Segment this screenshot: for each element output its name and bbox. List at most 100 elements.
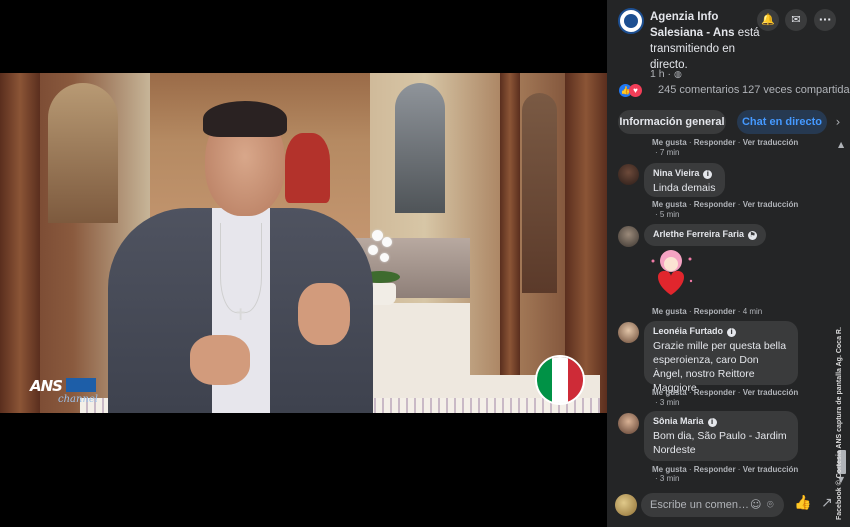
info-badge-icon: i: [703, 170, 713, 179]
sticker-face: [664, 257, 678, 271]
avatar[interactable]: [618, 413, 639, 434]
presenter-chain: [220, 223, 262, 313]
presenter-hair: [203, 101, 287, 137]
comment-bubble: Leonéia Furtado i Grazie mille per questa…: [644, 321, 798, 394]
flag-white: [552, 357, 568, 403]
post-header: Agenzia Info Salesiana - Ans está transm…: [607, 0, 850, 136]
avatar[interactable]: [618, 322, 639, 343]
comment-time-text[interactable]: 3 min: [660, 398, 680, 407]
orchid-flower: [380, 253, 389, 262]
info-badge-icon: i: [707, 418, 717, 427]
orchid-flower: [368, 245, 378, 255]
shares-count[interactable]: 127 veces compartida: [742, 84, 850, 96]
chapel-arch: [48, 83, 118, 223]
like-icon[interactable]: 👍: [794, 495, 811, 511]
share-icon[interactable]: ↗: [821, 495, 833, 511]
post-time[interactable]: 1 h · ◍: [650, 68, 682, 80]
italy-flag-icon: [535, 355, 585, 405]
comment-author-name[interactable]: Nina Vieira: [653, 168, 699, 178]
page-avatar[interactable]: [618, 8, 644, 34]
avatar[interactable]: [618, 164, 639, 185]
comment-translate-link[interactable]: Ver traducción: [743, 388, 799, 397]
comment-actions: Me gusta · Responder · Ver traducción: [652, 138, 799, 147]
presenter-left-hand: [190, 335, 250, 385]
comment-actions: Me gusta · Responder · Ver traducción: [652, 465, 799, 474]
love-reaction-icon[interactable]: ♥: [629, 84, 642, 97]
orchid-flower: [382, 237, 392, 247]
chevron-right-icon[interactable]: ›: [829, 110, 847, 134]
chapel-pillar: [0, 73, 40, 413]
video-player[interactable]: ✝ ANS channel: [0, 0, 607, 527]
tab-live-chat[interactable]: Chat en directo: [737, 110, 827, 134]
comment-time[interactable]: · 7 min: [655, 148, 679, 157]
comment-like-link[interactable]: Me gusta: [652, 465, 687, 474]
sticker-sparkle: [689, 279, 693, 283]
video-frame[interactable]: ✝ ANS channel: [0, 73, 607, 413]
comments-list[interactable]: Me gusta · Responder · Ver traducción · …: [607, 137, 850, 486]
comment-actions: Me gusta · Responder · 4 min: [652, 307, 763, 316]
comment-author-name[interactable]: Sônia Maria: [653, 416, 704, 426]
comment-author[interactable]: Sônia Maria i: [653, 416, 789, 427]
post-title: Agenzia Info Salesiana - Ans está transm…: [650, 9, 770, 73]
camera-icon[interactable]: ⌾: [767, 498, 774, 512]
comment-time-text[interactable]: 3 min: [660, 474, 680, 483]
screenshot-credit: Facebook © Cortesia ANS captura de panta…: [836, 327, 843, 520]
ans-logo-box: [66, 378, 96, 392]
more-icon[interactable]: ···: [814, 9, 836, 31]
messenger-icon[interactable]: ✉: [785, 9, 807, 31]
comment-bubble: Arlethe Ferreira Faria ⚑: [644, 224, 766, 246]
comment-time[interactable]: · 5 min: [655, 210, 679, 219]
tab-general-info[interactable]: Información general: [618, 110, 726, 134]
ans-logo-text: ANS: [30, 377, 63, 395]
sticker-heart: [658, 270, 684, 295]
comment-author[interactable]: Arlethe Ferreira Faria ⚑: [653, 229, 758, 240]
comment-author[interactable]: Nina Vieira i: [653, 168, 716, 179]
comment-text: Grazie mille per questa bella esperoienz…: [653, 340, 787, 394]
sticker-sparkle: [688, 257, 692, 261]
comment-time-text[interactable]: 4 min: [743, 307, 763, 316]
comment-input[interactable]: [641, 493, 784, 517]
comment-time-text[interactable]: 7 min: [660, 148, 680, 157]
chapel-window: [395, 83, 445, 213]
comment-actions: Me gusta · Responder · Ver traducción: [652, 200, 799, 209]
avatar[interactable]: [618, 226, 639, 247]
comment-translate-link[interactable]: Ver traducción: [743, 138, 799, 147]
presenter-right-hand: [298, 283, 350, 345]
comment-translate-link[interactable]: Ver traducción: [743, 465, 799, 474]
comment-translate-link[interactable]: Ver traducción: [743, 200, 799, 209]
comment-reply-link[interactable]: Responder: [694, 138, 736, 147]
comment-like-link[interactable]: Me gusta: [652, 138, 687, 147]
comment-author[interactable]: Leonéia Furtado i: [653, 326, 789, 337]
reactions-row: 👍 ♥ 245 comentarios 127 veces compartida: [619, 84, 850, 98]
comment-time-text[interactable]: 5 min: [660, 210, 680, 219]
post-time-text[interactable]: 1 h ·: [650, 68, 671, 80]
heart-hug-sticker[interactable]: [644, 247, 698, 301]
comment-reply-link[interactable]: Responder: [694, 388, 736, 397]
comment-like-link[interactable]: Me gusta: [652, 200, 687, 209]
cross-icon: ✝: [234, 305, 248, 324]
emoji-icon[interactable]: ☺: [750, 498, 761, 511]
comment-reply-link[interactable]: Responder: [694, 200, 736, 209]
comment-reply-link[interactable]: Responder: [694, 465, 736, 474]
comment-reply-link[interactable]: Responder: [694, 307, 736, 316]
ans-logo-sub: channel: [58, 394, 98, 405]
comment-time[interactable]: · 3 min: [655, 398, 679, 407]
comments-count[interactable]: 245 comentarios: [658, 84, 739, 96]
scroll-up-icon[interactable]: ▲: [838, 140, 844, 149]
comment-like-link[interactable]: Me gusta: [652, 307, 687, 316]
live-video-viewer: ✝ ANS channel Agenzia Info Salesiana - A…: [0, 0, 850, 527]
comment-author-name[interactable]: Leonéia Furtado: [653, 326, 723, 336]
page-name-link[interactable]: Agenzia Info Salesiana - Ans: [650, 11, 735, 39]
comment-bubble: Sônia Maria i Bom dia, São Paulo - Jardim…: [644, 411, 798, 461]
sticker-sparkle: [651, 259, 655, 263]
comment-author-name[interactable]: Arlethe Ferreira Faria: [653, 229, 744, 239]
bell-icon[interactable]: 🔔: [757, 9, 779, 31]
chapel-arch: [522, 93, 557, 293]
comment-text: Bom dia, São Paulo - Jardim Nordeste: [653, 430, 787, 456]
user-avatar[interactable]: [615, 494, 637, 516]
comment-time[interactable]: · 3 min: [655, 474, 679, 483]
comment-text: Linda demais: [653, 182, 716, 194]
live-chat-panel: Agenzia Info Salesiana - Ans está transm…: [607, 0, 850, 527]
comment-like-link[interactable]: Me gusta: [652, 388, 687, 397]
comment-bubble: Nina Vieira i Linda demais: [644, 163, 725, 197]
